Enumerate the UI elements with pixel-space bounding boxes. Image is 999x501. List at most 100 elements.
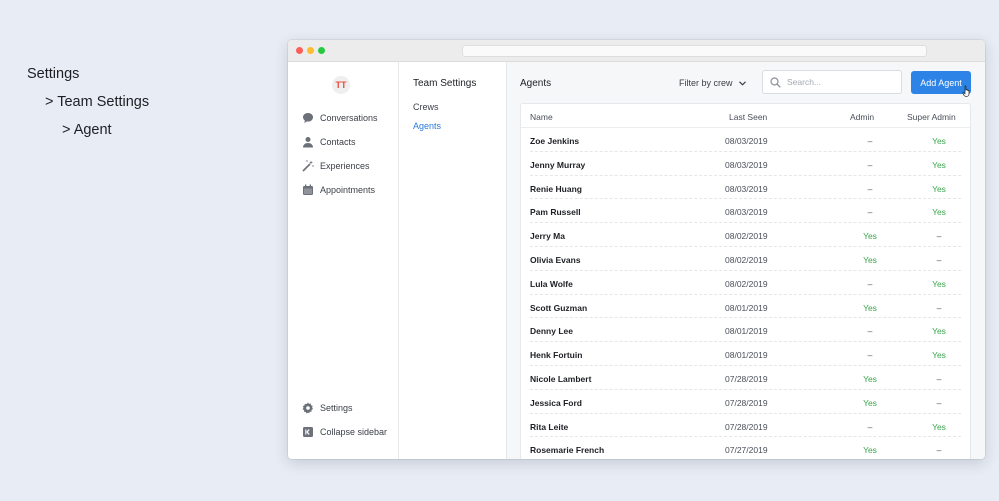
- collapse-sidebar-button[interactable]: Collapse sidebar: [301, 423, 387, 441]
- super-admin-cell: Yes: [932, 207, 946, 218]
- super-admin-cell: –: [936, 254, 942, 265]
- super-admin-cell: –: [936, 445, 942, 456]
- admin-cell: –: [867, 136, 873, 146]
- agents-table: Name Last Seen Admin Super Admin Zoe Jen…: [520, 103, 971, 459]
- search-input[interactable]: [787, 77, 887, 87]
- super-admin-cell: Yes: [932, 183, 946, 194]
- sidebar-item-appointments[interactable]: Appointments: [301, 181, 375, 199]
- super-admin-cell: –: [936, 302, 942, 313]
- admin-cell: –: [867, 421, 873, 432]
- sidebar-item-conversations[interactable]: Conversations: [301, 109, 378, 127]
- last-seen-cell: 07/27/2019: [725, 445, 768, 456]
- breadcrumb-item-settings: Settings: [27, 66, 80, 82]
- sidebar-item-settings[interactable]: Settings: [301, 399, 353, 417]
- super-admin-cell: Yes: [932, 159, 946, 170]
- agent-name-cell: Lula Wolfe: [530, 278, 573, 289]
- gear-icon: [301, 402, 314, 415]
- admin-cell: Yes: [863, 254, 877, 265]
- hand-cursor-icon: [962, 85, 970, 97]
- sidebar: TT Conversations Contacts Experiences Ap…: [288, 62, 399, 459]
- column-header-admin[interactable]: Admin: [850, 112, 874, 122]
- table-row[interactable]: Lula Wolfe 08/02/2019 – Yes: [530, 271, 961, 295]
- table-row[interactable]: Renie Huang 08/03/2019 – Yes: [530, 176, 961, 200]
- subnav-title: Team Settings: [413, 78, 477, 89]
- super-admin-cell: Yes: [932, 278, 946, 289]
- app-logo[interactable]: TT: [332, 76, 350, 94]
- subnav-item-crews[interactable]: Crews: [413, 102, 439, 112]
- last-seen-cell: 08/02/2019: [725, 254, 768, 265]
- search-icon: [770, 76, 781, 88]
- agent-name-cell: Olivia Evans: [530, 254, 581, 265]
- admin-cell: Yes: [863, 445, 877, 456]
- table-row[interactable]: Nicole Lambert 07/28/2019 Yes –: [530, 366, 961, 390]
- table-row[interactable]: Henk Fortuin 08/01/2019 – Yes: [530, 342, 961, 366]
- column-header-name[interactable]: Name: [530, 112, 553, 122]
- table-row[interactable]: Rita Leite 07/28/2019 – Yes: [530, 414, 961, 438]
- search-box[interactable]: [762, 70, 902, 94]
- filter-label: Filter by crew: [679, 78, 733, 88]
- super-admin-cell: Yes: [932, 136, 946, 146]
- super-admin-cell: Yes: [932, 421, 946, 432]
- address-bar[interactable]: [462, 45, 927, 57]
- subnav-item-agents[interactable]: Agents: [413, 121, 441, 131]
- table-row[interactable]: Jessica Ford 07/28/2019 Yes –: [530, 390, 961, 414]
- table-row[interactable]: Denny Lee 08/01/2019 – Yes: [530, 318, 961, 343]
- sidebar-item-label: Conversations: [320, 113, 378, 123]
- admin-cell: Yes: [863, 373, 877, 384]
- admin-cell: Yes: [863, 397, 877, 408]
- table-row[interactable]: Pam Russell 08/03/2019 – Yes: [530, 199, 961, 224]
- admin-cell: –: [867, 326, 873, 337]
- column-header-last-seen[interactable]: Last Seen: [729, 112, 767, 122]
- last-seen-cell: 08/02/2019: [725, 231, 768, 242]
- sidebar-item-label: Appointments: [320, 185, 376, 195]
- super-admin-cell: Yes: [932, 326, 946, 337]
- last-seen-cell: 08/03/2019: [725, 136, 768, 146]
- page-title: Agents: [520, 78, 552, 89]
- sidebar-item-contacts[interactable]: Contacts: [301, 133, 356, 151]
- last-seen-cell: 08/03/2019: [725, 207, 768, 218]
- app-window: TT Conversations Contacts Experiences Ap…: [288, 40, 985, 459]
- last-seen-cell: 07/28/2019: [725, 421, 768, 432]
- main-content: Agents Filter by crew Add Agent Name Las…: [507, 62, 985, 459]
- calendar-icon: [301, 184, 314, 197]
- admin-cell: –: [867, 207, 873, 218]
- last-seen-cell: 08/01/2019: [725, 350, 768, 361]
- admin-cell: –: [867, 278, 873, 289]
- last-seen-cell: 08/03/2019: [725, 159, 768, 170]
- table-row[interactable]: Olivia Evans 08/02/2019 Yes –: [530, 247, 961, 271]
- admin-cell: –: [867, 159, 873, 170]
- table-row[interactable]: Rosemarie French 07/27/2019 Yes –: [530, 437, 961, 459]
- sidebar-item-label: Contacts: [320, 137, 356, 147]
- admin-cell: –: [867, 350, 873, 361]
- filter-by-crew-dropdown[interactable]: Filter by crew: [679, 78, 746, 88]
- last-seen-cell: 07/28/2019: [725, 397, 768, 408]
- close-window-button[interactable]: [296, 47, 303, 54]
- person-icon: [301, 136, 314, 149]
- breadcrumb-item-agent: > Agent: [62, 122, 112, 138]
- admin-cell: Yes: [863, 231, 877, 242]
- agent-name-cell: Pam Russell: [530, 207, 581, 218]
- sidebar-item-label: Experiences: [320, 161, 370, 171]
- last-seen-cell: 08/02/2019: [725, 278, 768, 289]
- magic-wand-icon: [301, 160, 314, 173]
- last-seen-cell: 08/01/2019: [725, 326, 768, 337]
- table-row[interactable]: Jenny Murray 08/03/2019 – Yes: [530, 152, 961, 176]
- agent-name-cell: Jenny Murray: [530, 159, 586, 170]
- sidebar-item-experiences[interactable]: Experiences: [301, 157, 370, 175]
- table-row[interactable]: Zoe Jenkins 08/03/2019 – Yes: [530, 128, 961, 152]
- table-row[interactable]: Scott Guzman 08/01/2019 Yes –: [530, 295, 961, 319]
- agent-name-cell: Jessica Ford: [530, 397, 582, 408]
- last-seen-cell: 08/01/2019: [725, 302, 768, 313]
- chevron-down-icon: [738, 80, 746, 86]
- maximize-window-button[interactable]: [318, 47, 325, 54]
- agent-name-cell: Nicole Lambert: [530, 373, 592, 384]
- sidebar-item-label: Collapse sidebar: [320, 427, 388, 437]
- super-admin-cell: Yes: [932, 350, 946, 361]
- column-header-super-admin[interactable]: Super Admin: [907, 112, 956, 122]
- super-admin-cell: –: [936, 231, 942, 242]
- minimize-window-button[interactable]: [307, 47, 314, 54]
- window-titlebar: [288, 40, 985, 62]
- table-row[interactable]: Jerry Ma 08/02/2019 Yes –: [530, 223, 961, 247]
- collapse-icon: [301, 426, 314, 439]
- sidebar-item-label: Settings: [320, 403, 353, 413]
